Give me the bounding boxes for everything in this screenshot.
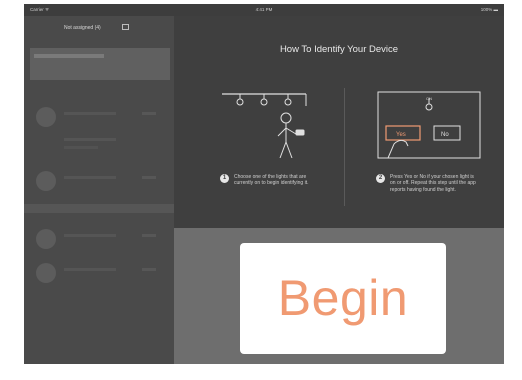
- clock: 4:41 PM: [255, 7, 273, 12]
- list-item[interactable]: [24, 162, 174, 200]
- sidebar: Not assigned (4): [24, 16, 174, 364]
- begin-label: Begin: [277, 270, 409, 326]
- list-item[interactable]: [24, 254, 174, 292]
- step-text: Press Yes or No if your chosen light is …: [390, 174, 476, 193]
- svg-text:ON: ON: [426, 96, 432, 101]
- sidebar-header: Not assigned (4): [24, 16, 174, 42]
- device-icon: [36, 171, 56, 191]
- instruction-panel: How To Identify Your Device ON Yes No 1 …: [174, 16, 504, 228]
- sidebar-title: Not assigned (4): [64, 25, 101, 31]
- list-item[interactable]: [24, 124, 174, 162]
- panel-title: How To Identify Your Device: [279, 44, 399, 55]
- divider: [344, 88, 345, 206]
- list-item[interactable]: [24, 220, 174, 258]
- no-label: No: [441, 132, 449, 138]
- step-number: 1: [220, 174, 229, 183]
- app-window: Carrier ᯤ 4:41 PM 100% ▬ Not assigned (4…: [24, 4, 504, 364]
- step-text: Choose one of the lights that are curren…: [234, 174, 309, 187]
- device-icon: [36, 263, 56, 283]
- yes-no-illustration: ON Yes No: [377, 91, 481, 159]
- battery-indicator: 100% ▬: [480, 7, 498, 12]
- section-divider: [24, 204, 174, 213]
- status-bar: Carrier ᯤ 4:41 PM 100% ▬: [24, 4, 504, 16]
- yes-label: Yes: [396, 132, 406, 138]
- begin-area: Begin: [174, 228, 504, 364]
- edit-icon[interactable]: [122, 24, 129, 30]
- sidebar-item-selected[interactable]: [30, 48, 170, 80]
- step-number: 2: [376, 174, 385, 183]
- begin-button[interactable]: Begin: [240, 243, 446, 354]
- ceiling-lights-illustration: [222, 93, 307, 158]
- device-icon: [36, 229, 56, 249]
